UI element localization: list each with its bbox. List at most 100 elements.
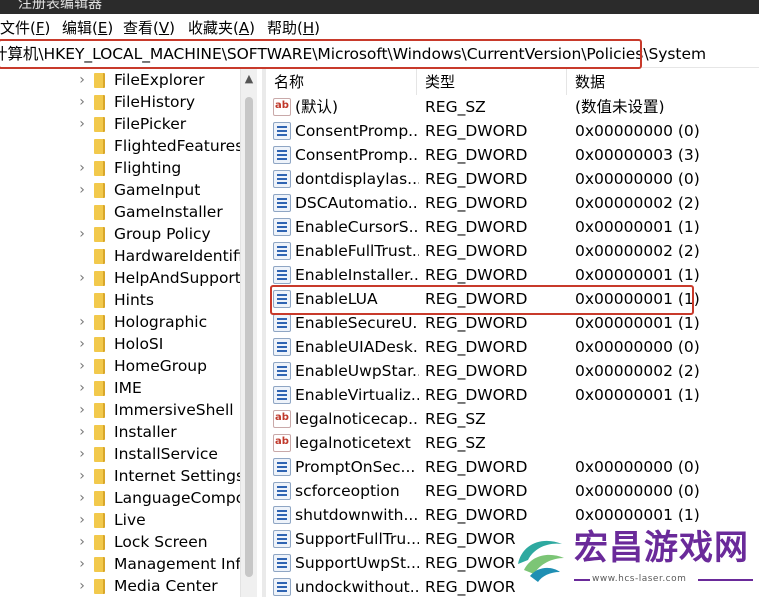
tree-item[interactable]: FlightedFeatures [0, 135, 257, 157]
value-data: 0x00000001 (1) [575, 386, 700, 404]
value-row[interactable]: ConsentPromp... REG_DWORD 0x00000003 (3) [266, 143, 759, 167]
tree-item-label: FilePicker [114, 115, 187, 133]
tree-item[interactable]: › LanguageCompo [0, 487, 257, 509]
chevron-right-icon[interactable]: › [74, 556, 90, 572]
chevron-right-icon[interactable]: › [74, 116, 90, 132]
value-data: 0x00000000 (0) [575, 170, 700, 188]
value-row[interactable]: DSCAutomatio... REG_DWORD 0x00000002 (2) [266, 191, 759, 215]
tree-item-label: FileExplorer [114, 71, 205, 89]
binary-value-icon [273, 266, 291, 284]
chevron-right-icon[interactable]: › [74, 182, 90, 198]
key-tree: › FileExplorer › FileHistory › FilePicker Flig… [0, 69, 257, 597]
menu-item-e[interactable]: 编辑(E) [62, 18, 113, 38]
value-row[interactable]: EnableVirtualiz... REG_DWORD 0x00000001 (1… [266, 383, 759, 407]
value-name: scforceoption [295, 482, 400, 500]
chevron-right-icon[interactable]: › [74, 270, 90, 286]
tree-item[interactable]: › HoloSI [0, 333, 257, 355]
chevron-right-icon[interactable]: › [74, 336, 90, 352]
value-row[interactable]: scforceoption REG_DWORD 0x00000000 (0) [266, 479, 759, 503]
value-row[interactable]: EnableCursorS... REG_DWORD 0x00000001 (1) [266, 215, 759, 239]
chevron-right-icon[interactable]: › [74, 512, 90, 528]
menu-item-a[interactable]: 收藏夹(A) [188, 18, 255, 38]
value-type: REG_DWORD [425, 314, 528, 332]
tree-item[interactable]: › Lock Screen [0, 531, 257, 553]
binary-value-icon [273, 506, 291, 524]
chevron-right-icon[interactable]: › [74, 72, 90, 88]
tree-scrollbar[interactable]: ▲ [240, 69, 257, 597]
chevron-right-icon[interactable]: › [74, 578, 90, 594]
tree-item[interactable]: › Internet Settings [0, 465, 257, 487]
tree-item[interactable]: GameInstaller [0, 201, 257, 223]
string-value-icon: ab [273, 410, 291, 428]
tree-item[interactable]: › Flighting [0, 157, 257, 179]
value-type: REG_DWORD [425, 266, 528, 284]
tree-item[interactable]: › Live [0, 509, 257, 531]
tree-item[interactable]: › Management Infr [0, 553, 257, 575]
menu-item-v[interactable]: 查看(V) [123, 18, 175, 38]
value-row[interactable]: EnableUIADesk... REG_DWORD 0x00000000 (0) [266, 335, 759, 359]
value-row[interactable]: EnableFullTrust... REG_DWORD 0x00000002 (2… [266, 239, 759, 263]
tree-item[interactable]: › Installer [0, 421, 257, 443]
tree-item[interactable]: › GameInput [0, 179, 257, 201]
chevron-right-icon[interactable]: › [74, 490, 90, 506]
value-row[interactable]: EnableUwpStar... REG_DWORD 0x00000002 (2) [266, 359, 759, 383]
chevron-right-icon[interactable]: › [74, 424, 90, 440]
tree-item[interactable]: › HelpAndSupport [0, 267, 257, 289]
tree-item[interactable]: › FileExplorer [0, 69, 257, 91]
tree-item[interactable]: › Group Policy [0, 223, 257, 245]
column-header-type[interactable]: 类型 [417, 69, 567, 95]
chevron-right-icon[interactable]: › [74, 358, 90, 374]
chevron-right-icon[interactable]: › [74, 380, 90, 396]
title-bar: 注册表编辑器 [0, 0, 759, 14]
value-name: ConsentPromp... [295, 122, 419, 140]
tree-item[interactable]: Hints [0, 289, 257, 311]
value-row[interactable]: EnableInstaller... REG_DWORD 0x00000001 (1… [266, 263, 759, 287]
chevron-right-icon[interactable]: › [74, 534, 90, 550]
tree-item[interactable]: › InstallService [0, 443, 257, 465]
value-name: shutdownwith... [295, 506, 419, 524]
tree-item[interactable]: › FilePicker [0, 113, 257, 135]
value-row[interactable]: ConsentPromp... REG_DWORD 0x00000000 (0) [266, 119, 759, 143]
value-row[interactable]: dontdisplaylas... REG_DWORD 0x00000000 (0) [266, 167, 759, 191]
chevron-right-icon[interactable]: › [74, 446, 90, 462]
menu-item-f[interactable]: 文件(F) [0, 18, 50, 38]
tree-item-label: Media Center [114, 577, 218, 595]
tree-item[interactable]: › ImmersiveShell [0, 399, 257, 421]
value-data: 0x00000002 (2) [575, 362, 700, 380]
watermark-line-right [698, 579, 753, 581]
menu-item-h[interactable]: 帮助(H) [267, 18, 320, 38]
folder-icon [94, 73, 105, 88]
watermark: 宏昌游戏网 www.hcs-laser.com [508, 520, 759, 597]
chevron-right-icon[interactable]: › [74, 314, 90, 330]
tree-item[interactable]: › HomeGroup [0, 355, 257, 377]
folder-icon [94, 469, 105, 484]
chevron-right-icon[interactable]: › [74, 468, 90, 484]
address-highlight-box [0, 39, 642, 69]
chevron-right-icon[interactable]: › [74, 402, 90, 418]
value-type: REG_DWORD [425, 218, 528, 236]
binary-value-icon [273, 338, 291, 356]
chevron-right-icon[interactable]: › [74, 226, 90, 242]
value-row[interactable]: ab legalnoticetext REG_SZ [266, 431, 759, 455]
chevron-right-icon[interactable]: › [74, 160, 90, 176]
tree-item[interactable]: HardwareIdentifi [0, 245, 257, 267]
tree-item[interactable]: › Media Center [0, 575, 257, 597]
scroll-thumb[interactable] [245, 97, 253, 577]
tree-item[interactable]: › Holographic [0, 311, 257, 333]
value-row[interactable]: ab legalnoticecap... REG_SZ [266, 407, 759, 431]
column-header-data[interactable]: 数据 [567, 69, 759, 95]
value-row[interactable]: PromptOnSec... REG_DWORD 0x00000000 (0) [266, 455, 759, 479]
binary-value-icon [273, 386, 291, 404]
column-header-name[interactable]: 名称 [266, 69, 417, 95]
tree-item[interactable]: › FileHistory [0, 91, 257, 113]
value-data: (数值未设置) [575, 98, 665, 116]
tree-item-label: HoloSI [114, 335, 164, 353]
chevron-right-icon[interactable]: › [74, 94, 90, 110]
binary-value-icon [273, 458, 291, 476]
value-row[interactable]: ab (默认) REG_SZ (数值未设置) [266, 95, 759, 119]
value-name: undockwithout... [295, 578, 419, 596]
tree-item[interactable]: › IME [0, 377, 257, 399]
value-type: REG_DWORD [425, 146, 528, 164]
scroll-up-arrow-icon[interactable]: ▲ [241, 69, 257, 89]
tree-item-label: InstallService [114, 445, 218, 463]
